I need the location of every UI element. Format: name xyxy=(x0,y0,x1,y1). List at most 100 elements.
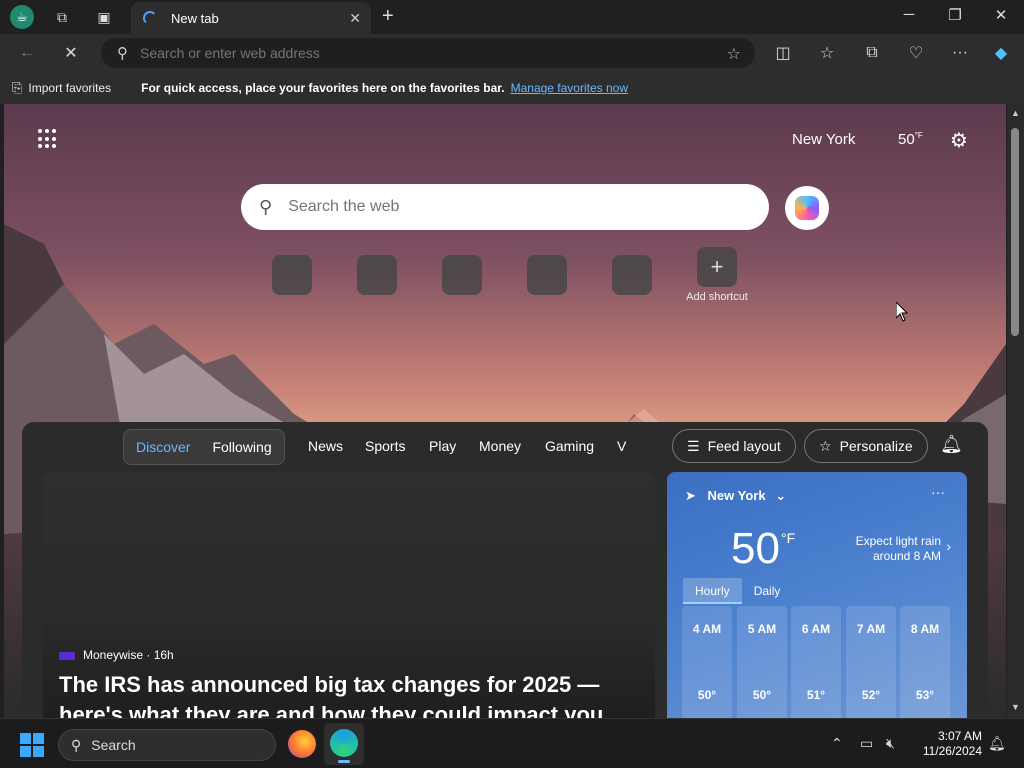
profile-icon[interactable]: ☕ xyxy=(10,5,34,29)
hour-time: 8 AM xyxy=(910,622,940,636)
hourly-forecast-item[interactable]: 8 AM 53° xyxy=(900,606,950,718)
weather-card[interactable]: ➤ New York ⌄ ··· 50 °F Expect light rain… xyxy=(667,472,967,718)
favorites-message: For quick access, place your favorites h… xyxy=(141,81,505,95)
favorite-star-icon[interactable]: ☆ xyxy=(727,44,741,64)
toolbar: ← ✕ ⚲ ☆ ◫ ☆ ⧉ ♡ ··· ◆ xyxy=(0,34,1024,72)
hour-temp: 51° xyxy=(806,688,826,702)
scrollbar-thumb[interactable] xyxy=(1011,128,1019,336)
back-button[interactable]: ← xyxy=(16,42,38,64)
sliders-icon: ☰ xyxy=(687,437,700,454)
collections-icon[interactable]: ⧉ xyxy=(861,42,883,64)
windows-start-icon[interactable] xyxy=(20,733,44,757)
feed-nav-news[interactable]: News xyxy=(308,438,343,454)
taskbar: ⚲ Search ⌃ ▭ 🔇︎ 3:07 AM 11/26/2024 🔔︎ xyxy=(0,718,1024,768)
import-favorites-label: Import favorites xyxy=(28,81,112,95)
page-scrollbar[interactable]: ▲ ▼ xyxy=(1007,104,1024,718)
split-screen-icon[interactable]: ◫ xyxy=(772,42,794,64)
scroll-down-arrow-icon[interactable]: ▼ xyxy=(1011,702,1020,712)
ntp-weather-city[interactable]: New York xyxy=(792,131,855,148)
personalize-button[interactable]: ☆ Personalize xyxy=(804,429,928,463)
performance-icon[interactable]: ♡ xyxy=(905,42,927,64)
restore-button[interactable]: ❐ xyxy=(943,6,967,24)
shortcut-tile[interactable] xyxy=(357,255,397,295)
ntp-weather-temp[interactable]: 50°F xyxy=(898,131,923,148)
add-shortcut-button[interactable]: + xyxy=(697,247,737,287)
chevron-right-icon[interactable]: › xyxy=(946,538,951,554)
more-menu-icon[interactable]: ··· xyxy=(949,42,971,64)
feed-pill-group: Discover Following xyxy=(123,429,285,465)
notification-bell-icon[interactable]: 🔔︎ xyxy=(988,735,1006,752)
weather-more-icon[interactable]: ··· xyxy=(931,484,945,500)
feed-nav-play[interactable]: Play xyxy=(429,438,456,454)
tab-hourly[interactable]: Hourly xyxy=(683,578,742,604)
add-shortcut-label: Add shortcut xyxy=(686,291,748,303)
weather-location[interactable]: ➤ New York ⌄ xyxy=(685,488,786,504)
news-feed: Discover Following News Sports Play Mone… xyxy=(22,422,988,718)
scroll-up-arrow-icon[interactable]: ▲ xyxy=(1011,108,1020,118)
page-settings-gear-icon[interactable]: ⚙ xyxy=(950,128,968,153)
network-icon[interactable]: ▭ xyxy=(860,735,873,752)
hourly-forecast-item[interactable]: 6 AM 51° xyxy=(791,606,841,718)
shortcut-tile[interactable] xyxy=(442,255,482,295)
tab-new-tab[interactable]: New tab ✕ xyxy=(131,2,371,34)
favorites-bar: ⎘ Import favorites For quick access, pla… xyxy=(0,72,1024,104)
tab-daily[interactable]: Daily xyxy=(742,578,793,604)
tab-following[interactable]: Following xyxy=(212,439,271,455)
import-icon: ⎘ xyxy=(12,80,23,95)
chevron-up-icon[interactable]: ⌃ xyxy=(831,735,843,752)
firefox-icon[interactable] xyxy=(288,730,316,758)
location-arrow-icon: ➤ xyxy=(685,488,696,503)
feed-layout-label: Feed layout xyxy=(707,438,781,454)
feed-nav-money[interactable]: Money xyxy=(479,438,521,454)
shortcut-tile[interactable] xyxy=(527,255,567,295)
weather-forecast[interactable]: Expect light rain around 8 AM xyxy=(837,534,941,564)
hour-temp: 52° xyxy=(861,688,881,702)
shortcut-tile[interactable] xyxy=(612,255,652,295)
apps-launcher-icon[interactable] xyxy=(38,129,58,149)
hour-temp: 50° xyxy=(752,688,772,702)
hourly-forecast-item[interactable]: 7 AM 52° xyxy=(846,606,896,718)
workspaces-icon[interactable]: ⧉ xyxy=(50,5,74,29)
hourly-forecast-item[interactable]: 5 AM 50° xyxy=(737,606,787,718)
source-logo-icon xyxy=(59,652,75,660)
notifications-bell-icon[interactable]: 🔔︎ xyxy=(940,434,963,455)
manage-favorites-link[interactable]: Manage favorites now xyxy=(511,81,628,95)
active-indicator xyxy=(338,760,350,763)
feed-nav-gaming[interactable]: Gaming xyxy=(545,438,594,454)
address-bar[interactable]: ⚲ ☆ xyxy=(101,38,755,68)
web-search-box[interactable]: ⚲ xyxy=(241,184,769,230)
edge-taskbar-button[interactable] xyxy=(324,723,364,765)
web-search-input[interactable] xyxy=(288,198,709,216)
copilot-logo-icon xyxy=(795,196,819,220)
copilot-icon[interactable]: ◆ xyxy=(990,42,1012,64)
taskbar-search[interactable]: ⚲ Search xyxy=(58,729,276,761)
feed-nav-sports[interactable]: Sports xyxy=(365,438,405,454)
title-bar: ☕ ⧉ ▣ New tab ✕ + ─ ❐ ✕ xyxy=(0,0,1024,34)
edge-icon xyxy=(330,729,358,757)
address-input[interactable] xyxy=(140,45,700,61)
article-headline[interactable]: The IRS has announced big tax changes fo… xyxy=(59,670,649,718)
system-clock[interactable]: 3:07 AM 11/26/2024 xyxy=(912,729,982,759)
copilot-button[interactable] xyxy=(785,186,829,230)
search-icon: ⚲ xyxy=(71,736,82,753)
hour-time: 6 AM xyxy=(801,622,831,636)
feed-nav-more[interactable]: V xyxy=(617,438,626,454)
close-tab-icon[interactable]: ✕ xyxy=(349,10,361,27)
hero-article-card[interactable]: Moneywise · 16h The IRS has announced bi… xyxy=(43,472,655,718)
stop-loading-button[interactable]: ✕ xyxy=(60,42,82,64)
tab-discover[interactable]: Discover xyxy=(136,439,190,455)
close-window-button[interactable]: ✕ xyxy=(989,6,1013,24)
favorites-icon[interactable]: ☆ xyxy=(816,42,838,64)
tab-actions-icon[interactable]: ▣ xyxy=(92,5,116,29)
shortcut-tile[interactable] xyxy=(272,255,312,295)
weather-temp: 50 xyxy=(731,524,780,573)
search-icon: ⚲ xyxy=(259,196,273,217)
new-tab-button[interactable]: + xyxy=(382,5,394,28)
volume-muted-icon[interactable]: 🔇︎ xyxy=(886,735,895,752)
article-source: Moneywise · 16h xyxy=(83,648,174,662)
import-favorites-button[interactable]: ⎘ Import favorites xyxy=(12,80,111,96)
hourly-forecast-item[interactable]: 4 AM 50° xyxy=(682,606,732,718)
minimize-button[interactable]: ─ xyxy=(897,6,921,23)
feed-layout-button[interactable]: ☰ Feed layout xyxy=(672,429,796,463)
personalize-star-icon: ☆ xyxy=(819,437,832,454)
